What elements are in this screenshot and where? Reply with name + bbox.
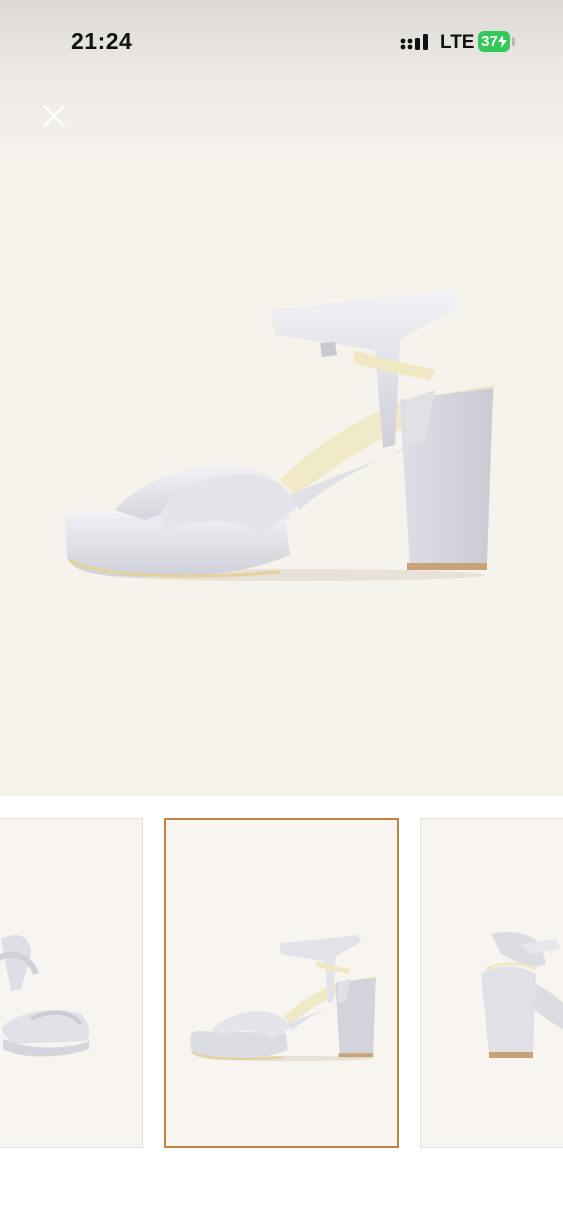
battery-level: 37 — [481, 33, 498, 50]
status-time: 21:24 — [71, 28, 133, 54]
charging-bolt-icon — [497, 35, 507, 48]
battery-indicator: 37 — [478, 31, 510, 52]
status-bar: 21:24 LTE 37 — [0, 0, 563, 86]
thumbnail-3[interactable] — [420, 818, 563, 1148]
close-button[interactable] — [34, 96, 74, 136]
battery-cap — [512, 37, 515, 46]
thumbnail-image — [0, 934, 90, 1057]
signal-icon — [400, 34, 428, 50]
thumbnail-1[interactable] — [0, 818, 143, 1148]
close-icon — [42, 104, 66, 128]
network-type: LTE — [440, 32, 475, 53]
thumbnail-2[interactable] — [164, 818, 399, 1148]
thumbnail-image — [481, 932, 563, 1058]
thumbnail-image — [190, 935, 377, 1062]
product-main-image[interactable] — [55, 280, 505, 600]
